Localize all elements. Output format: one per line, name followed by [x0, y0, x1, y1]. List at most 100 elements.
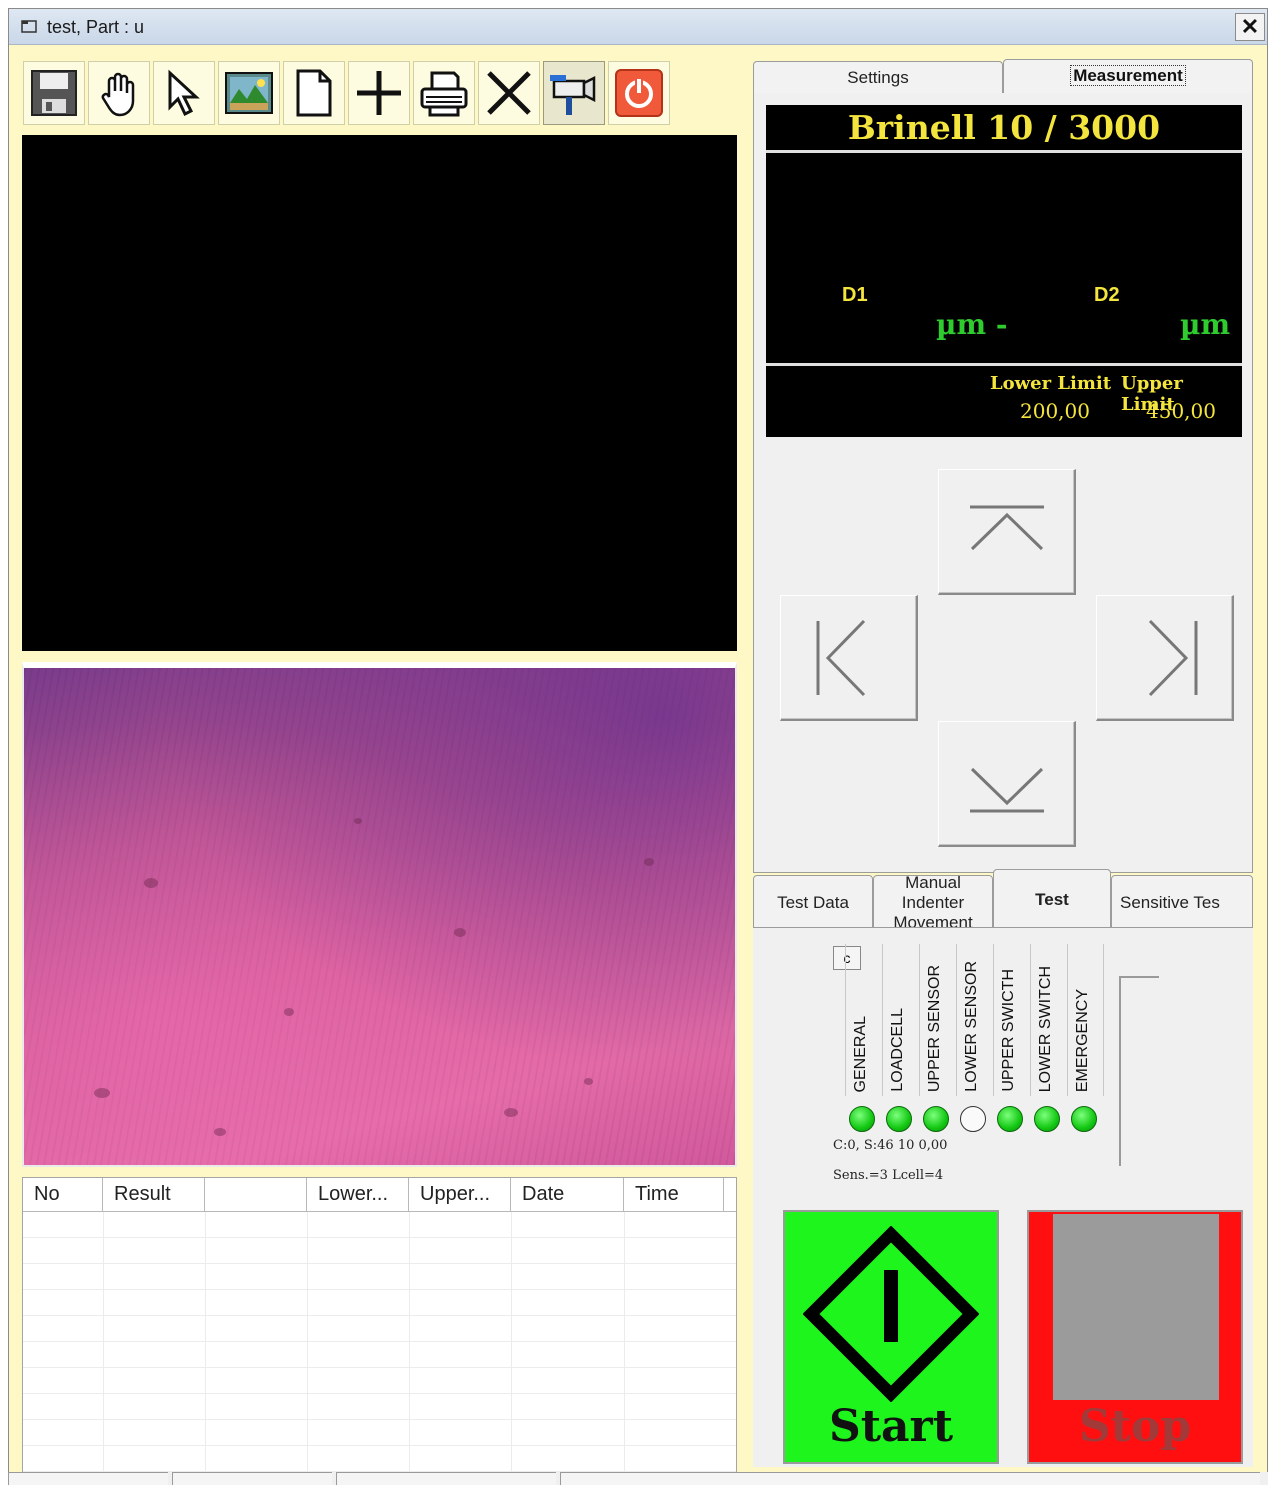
- lower-limit-label: Lower Limit: [990, 373, 1112, 394]
- print-button[interactable]: [413, 61, 475, 125]
- close-button[interactable]: ✕: [1235, 13, 1265, 41]
- bottom-tab-strip: Test Data Manual Indenter Movement Test …: [753, 869, 1253, 932]
- column-header[interactable]: [205, 1178, 307, 1212]
- tab-measurement-label: Measurement: [1070, 65, 1186, 86]
- image-speck: [284, 1008, 294, 1016]
- select-button[interactable]: [153, 61, 215, 125]
- down-arrow-icon: [969, 767, 1044, 812]
- move-down-button[interactable]: [938, 721, 1076, 847]
- move-up-button[interactable]: [938, 469, 1076, 595]
- sensor-loadcell: LOADCELL: [882, 944, 919, 1096]
- camera-icon: [550, 75, 596, 115]
- d1-label: D1: [842, 284, 868, 306]
- image-speck: [584, 1078, 593, 1085]
- image-speck: [504, 1108, 518, 1117]
- led-upper-switch: [997, 1106, 1023, 1132]
- test-panel: c GENERAL LOADCELL UPPER SENSOR LOWER SE…: [753, 927, 1253, 1467]
- delete-button[interactable]: [478, 61, 540, 125]
- tab-manual-indenter-movement[interactable]: Manual Indenter Movement: [873, 873, 993, 932]
- move-left-button[interactable]: [780, 595, 918, 721]
- hand-pan-icon: [101, 72, 135, 117]
- sensor-lower-sensor: LOWER SENSOR: [956, 944, 993, 1096]
- grid-line: [624, 1212, 625, 1474]
- pointer-icon: [168, 69, 200, 117]
- start-icon: [803, 1226, 979, 1402]
- stop-indicator: [1053, 1214, 1219, 1400]
- save-button[interactable]: [23, 61, 85, 125]
- grid-line: [103, 1212, 104, 1474]
- lower-limit-value: 200,00: [1020, 399, 1090, 423]
- column-header[interactable]: Lower...: [307, 1178, 409, 1212]
- column-header[interactable]: Time: [624, 1178, 724, 1212]
- status-bar: [8, 1472, 1268, 1485]
- toolbar: [23, 61, 670, 129]
- tab-test[interactable]: Test: [993, 869, 1111, 929]
- sensor-upper-switch: UPPER SWICTH: [993, 944, 1030, 1096]
- status-pane: [560, 1472, 1260, 1485]
- start-button[interactable]: Start: [783, 1210, 999, 1464]
- sensor-label: UPPER SENSOR: [926, 964, 943, 1092]
- results-table[interactable]: No Result Lower... Upper... Date Time: [22, 1177, 737, 1475]
- diagonal-readout: D1 D2 µm - µm: [766, 156, 1242, 366]
- start-label: Start: [828, 1401, 954, 1452]
- load-meter: [1119, 976, 1159, 1166]
- crosshair-add-icon: [357, 71, 401, 115]
- status-pane: [172, 1472, 332, 1485]
- image-speck: [214, 1128, 226, 1136]
- capture-image-button[interactable]: [218, 61, 280, 125]
- image-speck: [354, 818, 362, 824]
- new-document-icon: [296, 69, 332, 117]
- grid-line: [205, 1212, 206, 1474]
- grid-line: [511, 1212, 512, 1474]
- live-video-view[interactable]: [22, 135, 737, 651]
- image-speck: [144, 878, 158, 888]
- tab-sensitive-test[interactable]: Sensitive Tes: [1111, 875, 1253, 929]
- grid-line: [307, 1212, 308, 1474]
- save-icon: [31, 70, 77, 116]
- status-pane: [336, 1472, 556, 1485]
- status-pane: [8, 1472, 168, 1485]
- delete-x-icon: [487, 71, 531, 115]
- power-button[interactable]: [608, 61, 670, 125]
- window-icon: [21, 20, 37, 33]
- led-loadcell: [886, 1106, 912, 1132]
- title-bar: test, Part : u ✕: [9, 9, 1267, 45]
- column-header[interactable]: Date: [511, 1178, 624, 1212]
- sensor-emergency: EMERGENCY: [1067, 944, 1104, 1096]
- column-header[interactable]: Upper...: [409, 1178, 511, 1212]
- add-measurement-button[interactable]: [348, 61, 410, 125]
- led-lower-sensor: [960, 1106, 986, 1132]
- stop-label: Stop: [1078, 1401, 1192, 1452]
- tab-settings[interactable]: Settings: [753, 61, 1003, 93]
- move-right-button[interactable]: [1096, 595, 1234, 721]
- stop-button[interactable]: Stop: [1027, 1210, 1243, 1464]
- limits-readout: Lower Limit Upper Limit 200,00 450,00: [766, 369, 1242, 437]
- column-header[interactable]: Result: [103, 1178, 205, 1212]
- window-title: test, Part : u: [47, 17, 145, 37]
- sensor-label: EMERGENCY: [1074, 988, 1091, 1092]
- sensor-label: LOWER SENSOR: [963, 961, 980, 1092]
- pan-button[interactable]: [88, 61, 150, 125]
- column-header[interactable]: No: [23, 1178, 103, 1212]
- sensor-upper-sensor: UPPER SENSOR: [919, 944, 956, 1096]
- sensor-label: UPPER SWICTH: [1000, 969, 1017, 1092]
- power-icon: [615, 69, 663, 117]
- d2-unit: µm: [1180, 308, 1231, 341]
- print-icon: [420, 71, 468, 117]
- led-lower-switch: [1034, 1106, 1060, 1132]
- tab-test-data[interactable]: Test Data: [753, 875, 873, 929]
- camera-button[interactable]: [543, 61, 605, 125]
- tab-measurement[interactable]: Measurement: [1003, 59, 1253, 95]
- status-sensors: Sens.=3 Lcell=4: [833, 1168, 944, 1183]
- captured-surface-image[interactable]: [22, 662, 737, 1167]
- led-emergency: [1071, 1106, 1097, 1132]
- led-upper-sensor: [923, 1106, 949, 1132]
- new-document-button[interactable]: [283, 61, 345, 125]
- main-window: test, Part : u ✕ No Result Lower... Uppe…: [8, 8, 1268, 1478]
- left-arrow-icon: [816, 619, 865, 696]
- sensor-lower-switch: LOWER SWITCH: [1030, 944, 1067, 1096]
- measurement-panel: Brinell 10 / 3000 D1 D2 µm - µm Lower Li…: [753, 93, 1253, 873]
- results-header: No Result Lower... Upper... Date Time: [23, 1178, 736, 1212]
- grid-line: [409, 1212, 410, 1474]
- sensor-label: GENERAL: [852, 1015, 869, 1092]
